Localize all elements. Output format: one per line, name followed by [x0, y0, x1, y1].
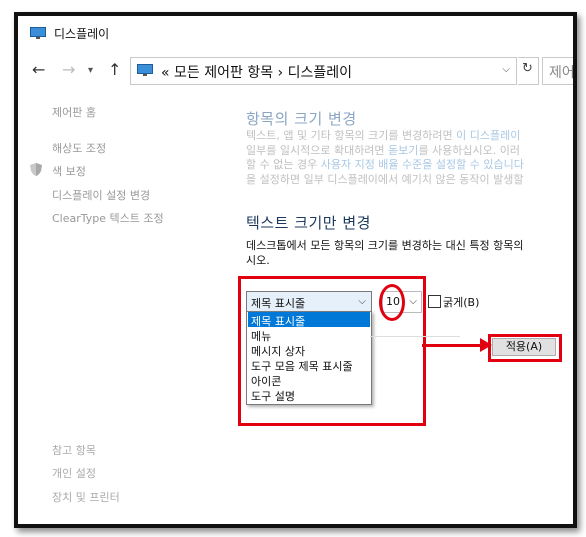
refresh-icon: ↻: [522, 61, 533, 76]
dropdown-option-message-box[interactable]: 메시지 상자: [248, 342, 370, 358]
option-label: 도구 설명: [251, 390, 295, 403]
annotation-circle: [379, 284, 405, 321]
address-bar[interactable]: « 모든 제어판 항목 › 디스플레이 ⌵: [130, 57, 517, 85]
up-arrow-icon[interactable]: ↑: [108, 60, 121, 79]
title-bar: 디스플레이: [18, 16, 573, 50]
description-text: 할 수 없는 경우: [246, 158, 321, 171]
description-line: 을 설정하면 일부 디스플레이에서 예기치 않은 동작이 발생할: [246, 173, 524, 188]
breadcrumb-all-items[interactable]: 모든 제어판 항목: [174, 65, 273, 81]
dropdown-option-palette-title[interactable]: 도구 모음 제목 표시줄: [248, 357, 370, 373]
search-box[interactable]: 제어: [542, 57, 575, 85]
description-text: 텍스트, 앱 및 기타 항목의 크기를 변경하려면: [246, 129, 457, 142]
item-dropdown-list: 제목 표시줄 메뉴 메시지 상자 도구 모음 제목 표시줄 아이콘 도구 설명: [246, 311, 372, 405]
section-heading-change-size: 항목의 크기 변경: [246, 110, 357, 128]
bold-checkbox[interactable]: [428, 295, 441, 308]
breadcrumb-overflow[interactable]: «: [161, 65, 170, 81]
chevron-down-icon[interactable]: ⌵: [358, 296, 366, 307]
see-also-heading: 참고 항목: [52, 444, 96, 457]
description-line: 시오.: [246, 254, 270, 267]
apply-button[interactable]: 적용(A): [492, 338, 556, 356]
left-navigation: 제어판 홈 해상도 조정 색 보정 디스플레이 설정 변경 ClearType …: [18, 96, 238, 516]
dropdown-option-title-bar[interactable]: 제목 표시줄: [248, 312, 370, 328]
nav-calibrate-color[interactable]: 색 보정: [52, 163, 86, 179]
forward-arrow-icon[interactable]: →: [62, 60, 75, 79]
description-text: 를 사용하십시오. 이러: [418, 143, 521, 157]
description-text: 을 설정하면 일부 디스플레이에서 예기치 않은 동작이 발생할: [246, 172, 524, 186]
dropdown-option-icons[interactable]: 아이콘: [248, 372, 370, 388]
nav-adjust-resolution[interactable]: 해상도 조정: [52, 140, 106, 156]
refresh-button[interactable]: ↻: [518, 57, 539, 85]
nav-control-panel-home[interactable]: 제어판 홈: [52, 104, 96, 120]
breadcrumb-display[interactable]: 디스플레이: [288, 65, 352, 81]
display-window: 디스플레이 ← → ▾ ↑ « 모든 제어판 항목 › 디스플레이 ⌵ ↻ 제어…: [18, 16, 573, 524]
annotation-arrow-shaft: [422, 344, 482, 347]
breadcrumb: « 모든 제어판 항목 › 디스플레이: [161, 62, 352, 82]
back-arrow-icon[interactable]: ←: [32, 60, 45, 79]
monitor-icon: [30, 27, 46, 39]
nav-cleartype[interactable]: ClearType 텍스트 조정: [52, 210, 164, 226]
text-size-description: 데스크톱에서 모든 항목의 크기를 변경하는 대신 특정 항목의 시오.: [246, 238, 523, 268]
nav-personalization[interactable]: 개인 설정: [52, 465, 96, 481]
recent-locations-chevron-icon[interactable]: ▾: [88, 65, 93, 76]
search-placeholder: 제어: [549, 65, 575, 81]
combobox-value: 제목 표시줄: [251, 297, 306, 310]
item-select-combobox[interactable]: 제목 표시줄 ⌵: [246, 291, 372, 313]
display-link[interactable]: 이 디스플레이: [456, 129, 520, 142]
section-description: 텍스트, 앱 및 기타 항목의 크기를 변경하려면 이 디스플레이 일부를 일시…: [246, 129, 524, 187]
dropdown-option-menu[interactable]: 메뉴: [248, 327, 370, 343]
chevron-down-icon[interactable]: ⌵: [409, 296, 417, 307]
screenshot-frame: 디스플레이 ← → ▾ ↑ « 모든 제어판 항목 › 디스플레이 ⌵ ↻ 제어…: [14, 12, 577, 528]
nav-devices-printers[interactable]: 장치 및 프린터: [52, 489, 120, 505]
nav-change-display-settings[interactable]: 디스플레이 설정 변경: [52, 187, 150, 203]
description-line: 할 수 없는 경우 사용자 지정 배율 수준을 설정할 수 있습니다: [246, 158, 524, 173]
description-line: 일부를 일시적으로 확대하려면 돋보기를 사용하십시오. 이러: [246, 144, 524, 159]
control-panel-icon: [137, 64, 153, 76]
navigation-bar: ← → ▾ ↑ « 모든 제어판 항목 › 디스플레이 ⌵ ↻ 제어: [18, 56, 573, 86]
chevron-down-icon[interactable]: ⌵: [502, 64, 510, 75]
annotation-apply-highlight: 적용(A): [488, 334, 562, 362]
custom-scaling-link[interactable]: 사용자 지정 배율 수준을 설정할 수 있습니다: [321, 158, 524, 171]
shield-icon: [30, 163, 42, 176]
description-line: 텍스트, 앱 및 기타 항목의 크기를 변경하려면 이 디스플레이: [246, 129, 524, 144]
window-title: 디스플레이: [54, 27, 110, 41]
description-text: 일부를 일시적으로 확대하려면: [246, 143, 389, 157]
magnifier-link[interactable]: 돋보기: [388, 144, 418, 157]
breadcrumb-separator[interactable]: ›: [278, 65, 284, 81]
dropdown-option-tooltips[interactable]: 도구 설명: [248, 387, 370, 403]
description-line: 데스크톱에서 모든 항목의 크기를 변경하는 대신 특정 항목의: [246, 239, 524, 252]
bold-checkbox-label[interactable]: 굵게(B): [443, 294, 479, 310]
section-heading-text-size: 텍스트 크기만 변경: [246, 214, 371, 232]
divider: [370, 336, 460, 337]
